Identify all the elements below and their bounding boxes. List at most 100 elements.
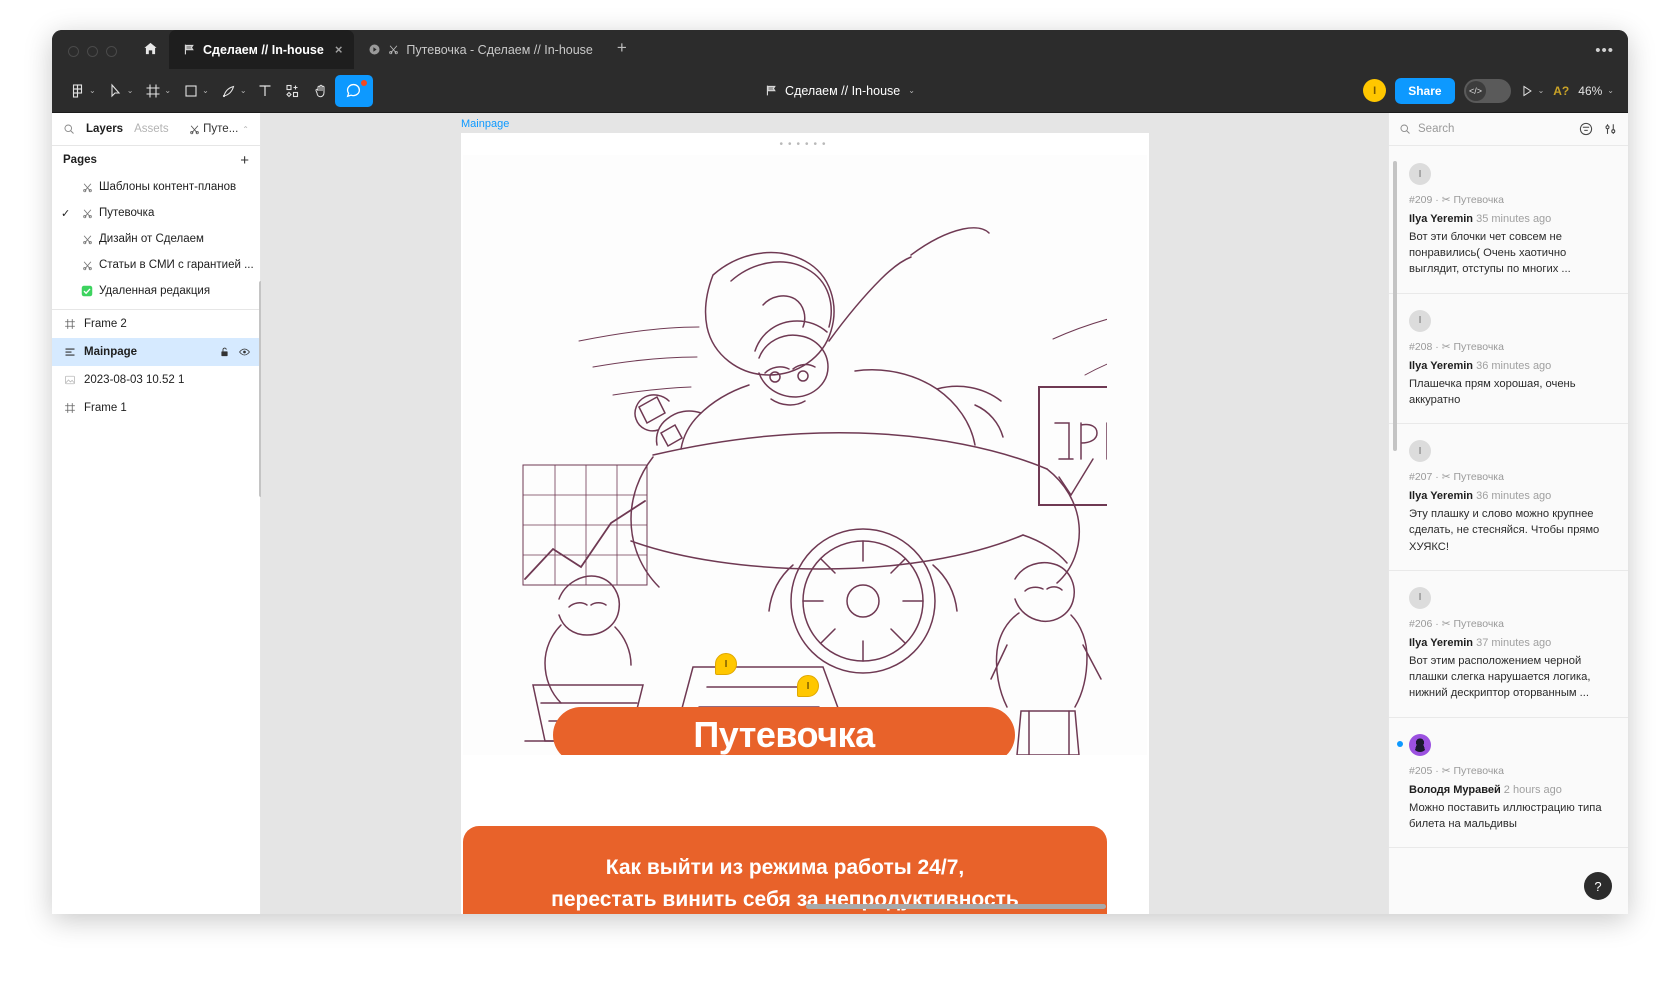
flag-icon [765, 84, 778, 97]
present-button[interactable]: ⌄ [1520, 84, 1545, 98]
text-tool[interactable] [251, 75, 279, 107]
shape-tool[interactable]: ⌄ [175, 75, 213, 107]
accessibility-button[interactable]: A? [1553, 84, 1569, 98]
pages-list: Шаблоны контент-планов ✓ Путевочка Дизай… [52, 174, 260, 304]
layer-mainpage[interactable]: Mainpage [52, 338, 260, 366]
current-page-chip[interactable]: Путе... ⌃ [189, 123, 249, 135]
filter-icon[interactable] [1579, 122, 1593, 136]
page-item[interactable]: Дизайн от Сделаем [52, 226, 260, 252]
browser-tab-label: Сделаем // In-house [203, 42, 324, 57]
sort-icon[interactable] [1604, 122, 1618, 136]
search-input[interactable]: Search [1418, 123, 1572, 135]
move-tool[interactable]: ⌄ [100, 75, 138, 107]
comment-id: #206 [1409, 617, 1433, 630]
comments-scrollbar[interactable] [1393, 161, 1397, 451]
comment-author: Ilya Yeremin [1409, 490, 1474, 503]
green-check-icon [80, 285, 94, 297]
comment-item[interactable]: I #206 · ✂ Путевочка Ilya Yeremin 37 min… [1389, 571, 1628, 718]
comment-page: Путевочка [1453, 194, 1504, 206]
layer-frame-2[interactable]: Frame 2 [52, 310, 260, 338]
search-icon[interactable] [63, 123, 75, 135]
layer-image[interactable]: 2023-08-03 10.52 1 [52, 366, 260, 394]
browser-tab-label: Путевочка - Сделаем // In-house [406, 42, 593, 57]
headline-line-2: перестать винить себя за непродуктивност… [551, 887, 1019, 911]
comment-time: 35 minutes ago [1476, 213, 1552, 225]
share-button[interactable]: Share [1395, 77, 1455, 104]
figma-toolbar: ⌄ ⌄ ⌄ ⌄ ⌄ Сделаем // In-house ⌄ I Share … [52, 69, 1628, 113]
new-tab-button[interactable]: + [605, 30, 639, 69]
comment-author: Ilya Yeremin [1409, 359, 1474, 372]
browser-tab-active[interactable]: Сделаем // In-house × [169, 30, 355, 69]
page-item-selected[interactable]: ✓ Путевочка [52, 200, 260, 226]
help-button[interactable]: ? [1584, 872, 1612, 900]
layer-label: Frame 2 [84, 318, 127, 330]
menu-tool[interactable]: ⌄ [62, 75, 100, 107]
avatar: I [1409, 440, 1431, 463]
comment-pin-2[interactable]: I [797, 675, 819, 697]
page-item[interactable]: Шаблоны контент-планов [52, 174, 260, 200]
dev-mode-toggle[interactable]: </> [1463, 78, 1511, 103]
ellipsis-icon[interactable]: ••• [1595, 42, 1614, 59]
pen-tool[interactable]: ⌄ [213, 75, 251, 107]
browser-tab-strip: Сделаем // In-house × Путевочка - Сделае… [52, 30, 1628, 69]
comment-body: Плашечка прям хорошая, очень аккуратно [1409, 377, 1576, 406]
current-page-label: Путе... [203, 123, 239, 135]
close-window-button[interactable] [68, 46, 79, 57]
scissors-icon [189, 124, 200, 135]
comment-item[interactable]: I #208 · ✂ Путевочка Ilya Yeremin 36 min… [1389, 294, 1628, 425]
comment-time: 36 minutes ago [1476, 359, 1552, 372]
resources-tool[interactable] [279, 75, 307, 107]
layer-label: 2023-08-03 10.52 1 [84, 374, 185, 386]
comment-item-unread[interactable]: #205 · ✂ Путевочка Володя Муравей 2 hour… [1389, 718, 1628, 849]
comment-author-line: Ilya Yeremin 37 minutes ago [1409, 637, 1612, 649]
comments-list[interactable]: I #209 · ✂ Путевочка Ilya Yeremin 35 min… [1389, 147, 1628, 914]
hand-tool[interactable] [307, 75, 335, 107]
eye-icon[interactable] [238, 346, 251, 358]
comment-meta: #206 · ✂ Путевочка [1409, 617, 1504, 630]
home-icon[interactable] [131, 30, 169, 69]
avatar[interactable]: I [1363, 79, 1387, 102]
notification-badge [360, 79, 367, 86]
frame-tool[interactable]: ⌄ [137, 75, 175, 107]
minimize-window-button[interactable] [87, 46, 98, 57]
zoom-window-button[interactable] [106, 46, 117, 57]
code-brackets-icon: </> [1465, 80, 1486, 101]
canvas-horizontal-scrollbar[interactable] [806, 904, 1106, 909]
tab-layers[interactable]: Layers [86, 123, 123, 135]
chevron-down-icon[interactable]: ⌄ [1538, 86, 1545, 95]
browser-tab-inactive[interactable]: Путевочка - Сделаем // In-house [354, 30, 604, 69]
title-banner-label: Путевочка [693, 714, 875, 755]
comment-author-line: Ilya Yeremin 35 minutes ago [1409, 213, 1612, 225]
close-icon[interactable]: × [335, 42, 343, 57]
comment-item[interactable]: I #209 · ✂ Путевочка Ilya Yeremin 35 min… [1389, 147, 1628, 294]
page-item-label: Дизайн от Сделаем [99, 233, 204, 245]
layer-frame-1[interactable]: Frame 1 [52, 394, 260, 422]
comment-item[interactable]: I #207 · ✂ Путевочка Ilya Yeremin 36 min… [1389, 424, 1628, 571]
page-item[interactable]: Удаленная редакция [52, 278, 260, 304]
zoom-control[interactable]: 46% ⌄ [1578, 84, 1614, 98]
layer-label: Mainpage [84, 346, 138, 358]
app-root: Сделаем // In-house × Путевочка - Сделае… [0, 0, 1680, 982]
page-item[interactable]: Статьи в СМИ с гарантией ... [52, 252, 260, 278]
comment-meta: #205 · ✂ Путевочка [1409, 764, 1504, 777]
add-page-button[interactable]: + [240, 152, 249, 169]
comment-time: 36 minutes ago [1476, 490, 1552, 503]
canvas[interactable]: Mainpage •••••• Путевочка I I Как выйти … [261, 113, 1388, 914]
chevron-down-icon[interactable]: ⌄ [908, 86, 915, 95]
comment-author-line: Володя Муравей 2 hours ago [1409, 784, 1612, 796]
unlock-icon[interactable] [219, 346, 230, 358]
file-title[interactable]: Сделаем // In-house ⌄ [765, 84, 915, 98]
comment-page: Путевочка [1453, 764, 1504, 777]
clock-icon [368, 43, 381, 56]
comment-pin-1[interactable]: I [715, 653, 737, 675]
tab-assets[interactable]: Assets [134, 123, 169, 135]
comment-tool[interactable] [334, 74, 373, 107]
person-icon [1413, 737, 1427, 752]
comment-body: Вот эти блочки чет совсем не понравились… [1409, 231, 1571, 276]
layer-label: Frame 1 [84, 402, 127, 414]
comment-author-line: Ilya Yeremin 36 minutes ago [1409, 360, 1612, 372]
image-icon [63, 374, 77, 386]
comment-author: Ilya Yeremin [1409, 213, 1474, 225]
chevron-down-icon: ⌄ [164, 86, 172, 95]
frame-name-label[interactable]: Mainpage [461, 118, 509, 130]
